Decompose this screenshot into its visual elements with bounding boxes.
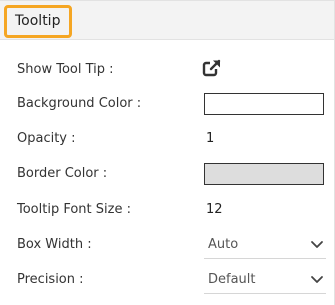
- box-width-label: Box Width :: [17, 237, 92, 252]
- box-width-select[interactable]: Auto: [204, 231, 326, 259]
- border-color-label: Border Color :: [17, 166, 108, 181]
- external-link-icon[interactable]: [202, 58, 222, 78]
- section-header: Tooltip: [0, 0, 335, 40]
- background-color-label: Background Color :: [17, 96, 142, 111]
- row-font-size: Tooltip Font Size : 12: [0, 196, 335, 224]
- opacity-value[interactable]: 1: [206, 125, 214, 153]
- font-size-value[interactable]: 12: [206, 196, 223, 224]
- tooltip-settings-panel: Tooltip Show Tool Tip : Background Color…: [0, 0, 335, 305]
- section-title[interactable]: Tooltip: [4, 5, 72, 38]
- chevron-down-icon: [311, 241, 323, 248]
- chevron-down-icon: [311, 276, 323, 283]
- row-background-color: Background Color :: [0, 90, 335, 118]
- precision-select[interactable]: Default: [204, 266, 326, 294]
- row-show-tooltip: Show Tool Tip :: [0, 56, 335, 84]
- row-box-width: Box Width : Auto: [0, 231, 335, 259]
- precision-value: Default: [208, 272, 256, 287]
- row-border-color: Border Color :: [0, 160, 335, 188]
- box-width-value: Auto: [208, 237, 239, 252]
- row-precision: Precision : Default: [0, 266, 335, 294]
- border-color-swatch[interactable]: [204, 163, 324, 185]
- precision-label: Precision :: [17, 272, 84, 287]
- opacity-label: Opacity :: [17, 131, 76, 146]
- row-opacity: Opacity : 1: [0, 125, 335, 153]
- show-tooltip-label: Show Tool Tip :: [17, 62, 114, 77]
- background-color-swatch[interactable]: [204, 93, 324, 115]
- font-size-label: Tooltip Font Size :: [17, 202, 131, 217]
